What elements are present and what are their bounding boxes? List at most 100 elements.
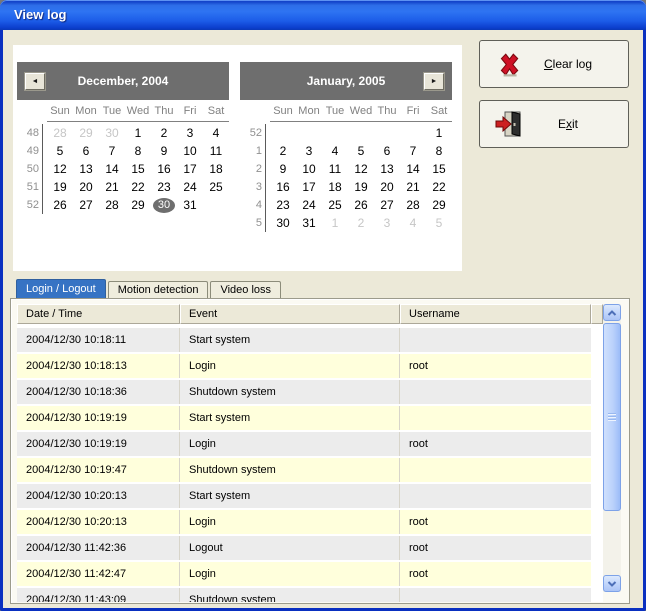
scroll-down-button[interactable] xyxy=(603,575,621,592)
titlebar[interactable]: View log xyxy=(0,0,646,30)
calendar-day[interactable]: 17 xyxy=(177,160,203,178)
calendar-day[interactable]: 15 xyxy=(426,160,452,178)
calendar-day[interactable]: 28 xyxy=(400,196,426,214)
calendar-day[interactable]: 23 xyxy=(270,196,296,214)
calendar-day[interactable]: 15 xyxy=(125,160,151,178)
tab-video-loss[interactable]: Video loss xyxy=(210,281,281,299)
calendar-day[interactable]: 2 xyxy=(348,214,374,232)
tab-motion-detection[interactable]: Motion detection xyxy=(108,281,209,299)
calendar-day[interactable]: 17 xyxy=(296,178,322,196)
clear-log-button[interactable]: Clear log xyxy=(479,40,629,88)
tab-login-logout[interactable]: Login / Logout xyxy=(16,279,106,299)
cell-datetime: 2004/12/30 10:19:19 xyxy=(17,432,180,456)
calendar-day[interactable]: 2 xyxy=(151,124,177,142)
calendar-day[interactable]: 31 xyxy=(177,196,203,214)
calendar-day[interactable]: 19 xyxy=(348,178,374,196)
scrollbar-thumb[interactable] xyxy=(603,323,621,511)
vertical-scrollbar[interactable] xyxy=(603,304,621,592)
calendar-day[interactable]: 1 xyxy=(125,124,151,142)
calendar-day[interactable]: 6 xyxy=(374,142,400,160)
calendar-day[interactable]: 7 xyxy=(99,142,125,160)
day-of-week-row: SunMonTueWedThuFriSat xyxy=(270,100,452,122)
cell-event: Start system xyxy=(180,328,400,352)
calendar-day[interactable]: 26 xyxy=(348,196,374,214)
calendar-day[interactable]: 22 xyxy=(426,178,452,196)
calendar-day[interactable]: 30 xyxy=(99,124,125,142)
scroll-up-button[interactable] xyxy=(603,304,621,321)
calendar-day[interactable]: 14 xyxy=(400,160,426,178)
table-body[interactable]: 2004/12/30 10:18:11Start system2004/12/3… xyxy=(17,324,603,602)
column-header[interactable]: Date / Time xyxy=(17,304,180,324)
calendar-day[interactable]: 28 xyxy=(99,196,125,214)
calendar-day[interactable]: 9 xyxy=(270,160,296,178)
calendar-day[interactable]: 24 xyxy=(177,178,203,196)
calendar-day-selected[interactable]: 30 xyxy=(151,196,177,214)
calendar-day[interactable]: 10 xyxy=(296,160,322,178)
prev-month-button[interactable]: ◄ xyxy=(25,73,45,90)
calendar-day[interactable]: 22 xyxy=(125,178,151,196)
calendar-day[interactable]: 8 xyxy=(426,142,452,160)
calendar-day xyxy=(296,124,322,142)
calendar-day[interactable]: 11 xyxy=(322,160,348,178)
calendar-day[interactable]: 3 xyxy=(177,124,203,142)
week-row: 29101112131415 xyxy=(240,160,452,178)
calendar-day[interactable]: 18 xyxy=(322,178,348,196)
table-row: 2004/12/30 10:19:19Loginroot xyxy=(17,432,591,456)
calendar-day[interactable]: 16 xyxy=(270,178,296,196)
calendar-day[interactable]: 12 xyxy=(348,160,374,178)
calendar-day[interactable]: 5 xyxy=(348,142,374,160)
calendar-day[interactable]: 19 xyxy=(47,178,73,196)
calendar-day[interactable]: 25 xyxy=(203,178,229,196)
column-header[interactable]: Event xyxy=(180,304,400,324)
week-row: 52262728293031 xyxy=(17,196,229,214)
calendar-day[interactable]: 26 xyxy=(47,196,73,214)
calendar-day[interactable]: 6 xyxy=(73,142,99,160)
calendar-day[interactable]: 29 xyxy=(73,124,99,142)
calendar-day[interactable]: 3 xyxy=(296,142,322,160)
calendar-day[interactable]: 4 xyxy=(400,214,426,232)
calendar-day[interactable]: 20 xyxy=(73,178,99,196)
calendar-day[interactable]: 12 xyxy=(47,160,73,178)
calendar-day[interactable]: 4 xyxy=(203,124,229,142)
calendar-day[interactable]: 27 xyxy=(374,196,400,214)
calendar-day[interactable]: 5 xyxy=(47,142,73,160)
cell-datetime: 2004/12/30 11:43:09 xyxy=(17,588,180,602)
calendar-day[interactable]: 31 xyxy=(296,214,322,232)
calendar-day[interactable]: 20 xyxy=(374,178,400,196)
calendar-day[interactable]: 9 xyxy=(151,142,177,160)
column-header[interactable]: Username xyxy=(400,304,591,324)
calendar-day[interactable]: 8 xyxy=(125,142,151,160)
table-row: 2004/12/30 10:19:19Start system xyxy=(17,406,591,430)
calendar-day[interactable]: 30 xyxy=(270,214,296,232)
calendar-day[interactable]: 23 xyxy=(151,178,177,196)
calendar-day[interactable]: 21 xyxy=(99,178,125,196)
calendar-day[interactable]: 4 xyxy=(322,142,348,160)
calendar-day[interactable]: 10 xyxy=(177,142,203,160)
calendar-day[interactable]: 16 xyxy=(151,160,177,178)
calendar-day[interactable]: 25 xyxy=(322,196,348,214)
calendar-day[interactable]: 29 xyxy=(125,196,151,214)
exit-label: Exit xyxy=(526,117,610,131)
exit-button[interactable]: Exit xyxy=(479,100,629,148)
calendar-day[interactable]: 2 xyxy=(270,142,296,160)
week-number: 49 xyxy=(17,142,43,160)
calendar-day[interactable]: 13 xyxy=(374,160,400,178)
calendar-day[interactable]: 24 xyxy=(296,196,322,214)
calendar-day[interactable]: 3 xyxy=(374,214,400,232)
calendar-day[interactable]: 21 xyxy=(400,178,426,196)
calendar-day[interactable]: 5 xyxy=(426,214,452,232)
calendar-day[interactable]: 18 xyxy=(203,160,229,178)
calendar-day[interactable]: 7 xyxy=(400,142,426,160)
next-month-button[interactable]: ► xyxy=(424,73,444,90)
week-row: 12345678 xyxy=(240,142,452,160)
calendar-day[interactable]: 27 xyxy=(73,196,99,214)
calendar-day[interactable]: 28 xyxy=(47,124,73,142)
calendar-day[interactable]: 1 xyxy=(322,214,348,232)
calendar-day[interactable]: 14 xyxy=(99,160,125,178)
week-row: 5119202122232425 xyxy=(17,178,229,196)
calendar-day[interactable]: 1 xyxy=(426,124,452,142)
week-number: 5 xyxy=(240,214,266,232)
calendar-day[interactable]: 13 xyxy=(73,160,99,178)
calendar-day[interactable]: 11 xyxy=(203,142,229,160)
calendar-day[interactable]: 29 xyxy=(426,196,452,214)
